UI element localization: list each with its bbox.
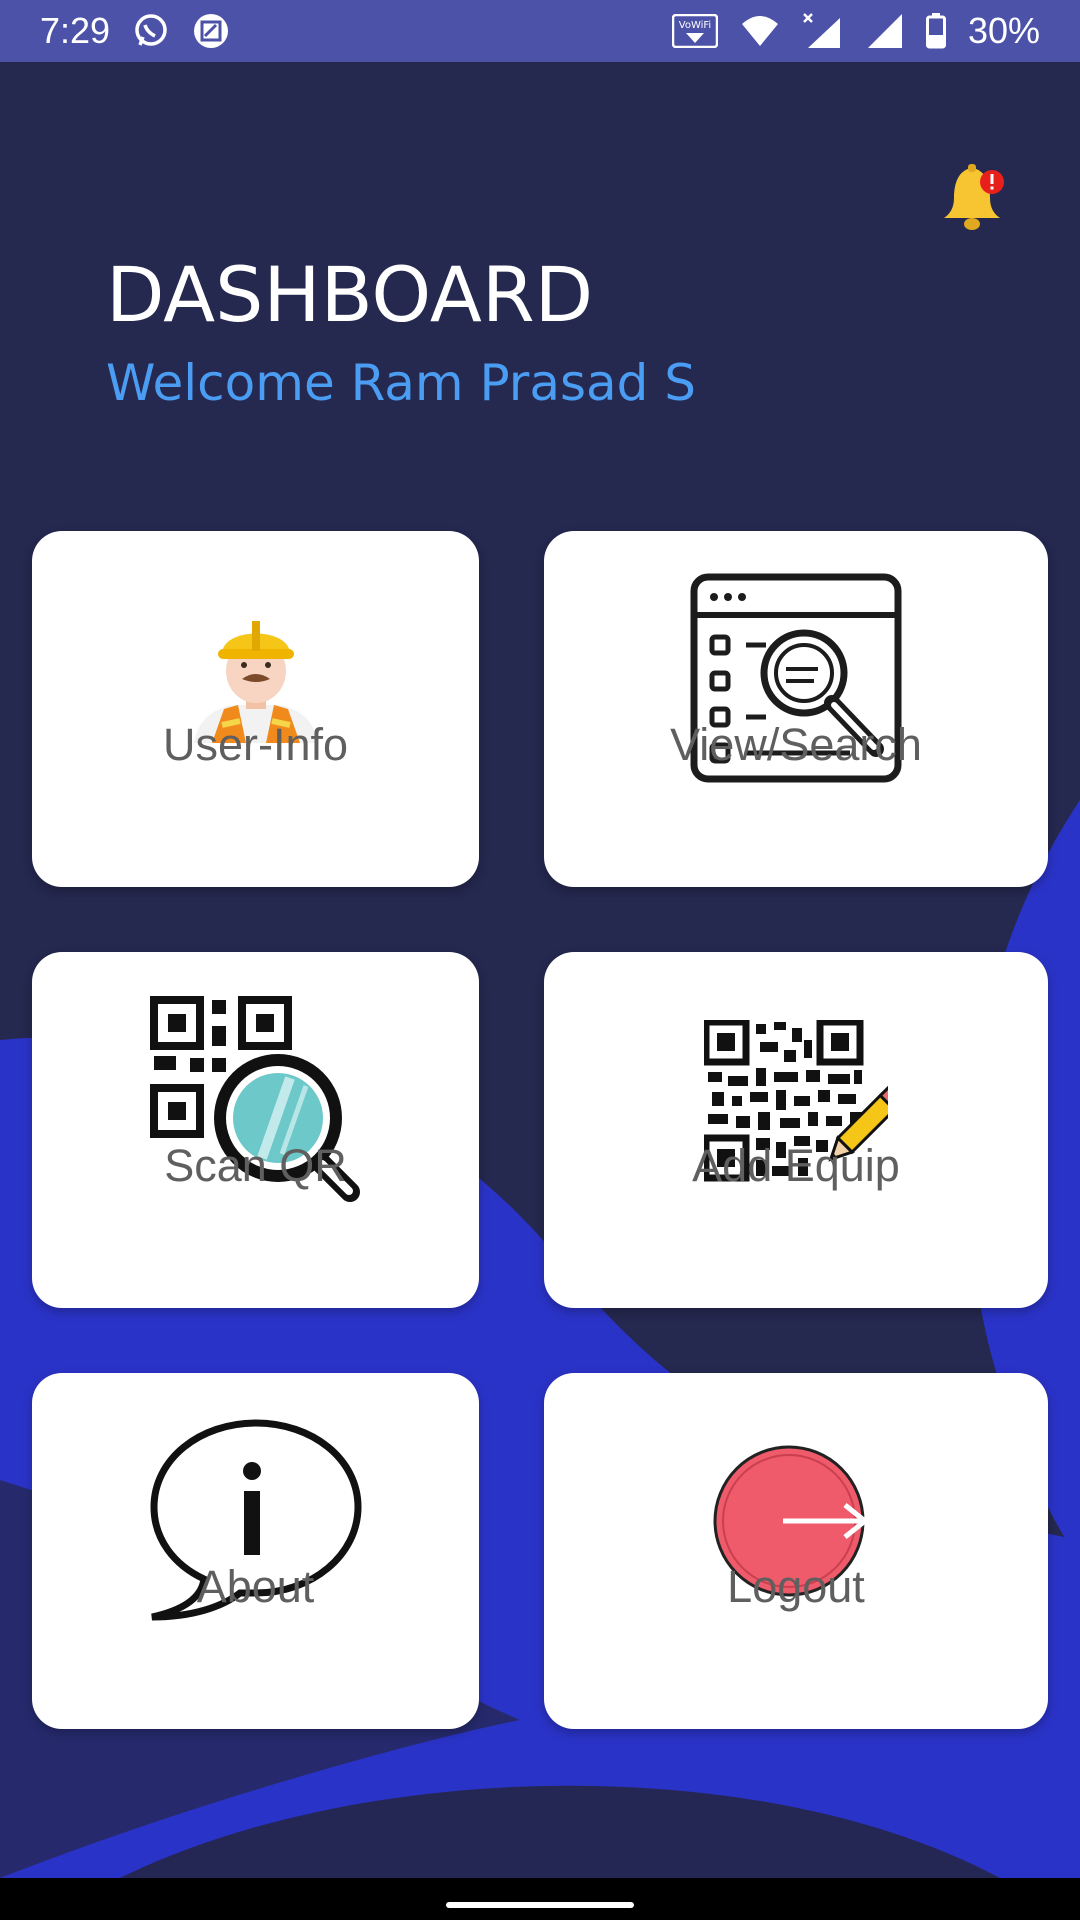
tile-label-user-info: User-Info xyxy=(162,719,349,770)
tile-label-about: About xyxy=(196,1561,315,1612)
signal-icon xyxy=(864,12,904,50)
battery-percent: 30% xyxy=(967,10,1040,51)
whatsapp-icon xyxy=(132,12,170,50)
scan-qr-button[interactable]: Scan QR xyxy=(32,952,479,1308)
page-title: DASHBOARD xyxy=(106,250,594,339)
battery-icon xyxy=(925,13,946,49)
tile-label-logout: Logout xyxy=(727,1561,865,1612)
screenshot-icon xyxy=(192,12,230,50)
svg-text:VoWiFi: VoWiFi xyxy=(679,20,711,31)
bell-icon xyxy=(944,164,1004,230)
wifi-icon xyxy=(740,14,780,48)
tile-label-scan-qr: Scan QR xyxy=(164,1140,347,1191)
add-equip-button[interactable]: Add Equip xyxy=(544,952,1048,1308)
about-button[interactable]: About xyxy=(32,1373,479,1729)
status-time: 7:29 xyxy=(40,10,111,51)
welcome-message: Welcome Ram Prasad S xyxy=(106,354,697,412)
status-bar: 7:29 VoWiFi 30% xyxy=(0,0,1080,62)
no-signal-icon xyxy=(802,12,842,50)
user-info-button[interactable]: User-Info xyxy=(32,531,479,887)
view-search-button[interactable]: View/Search xyxy=(544,531,1048,887)
home-gesture-handle[interactable] xyxy=(446,1902,634,1908)
vowifi-icon: VoWiFi xyxy=(671,14,718,48)
notification-bell-button[interactable] xyxy=(942,162,1008,236)
tile-label-add-equip: Add Equip xyxy=(692,1140,900,1191)
logout-button[interactable]: Logout xyxy=(544,1373,1048,1729)
navigation-bar xyxy=(0,1878,1080,1920)
tile-label-view-search: View/Search xyxy=(670,719,922,770)
